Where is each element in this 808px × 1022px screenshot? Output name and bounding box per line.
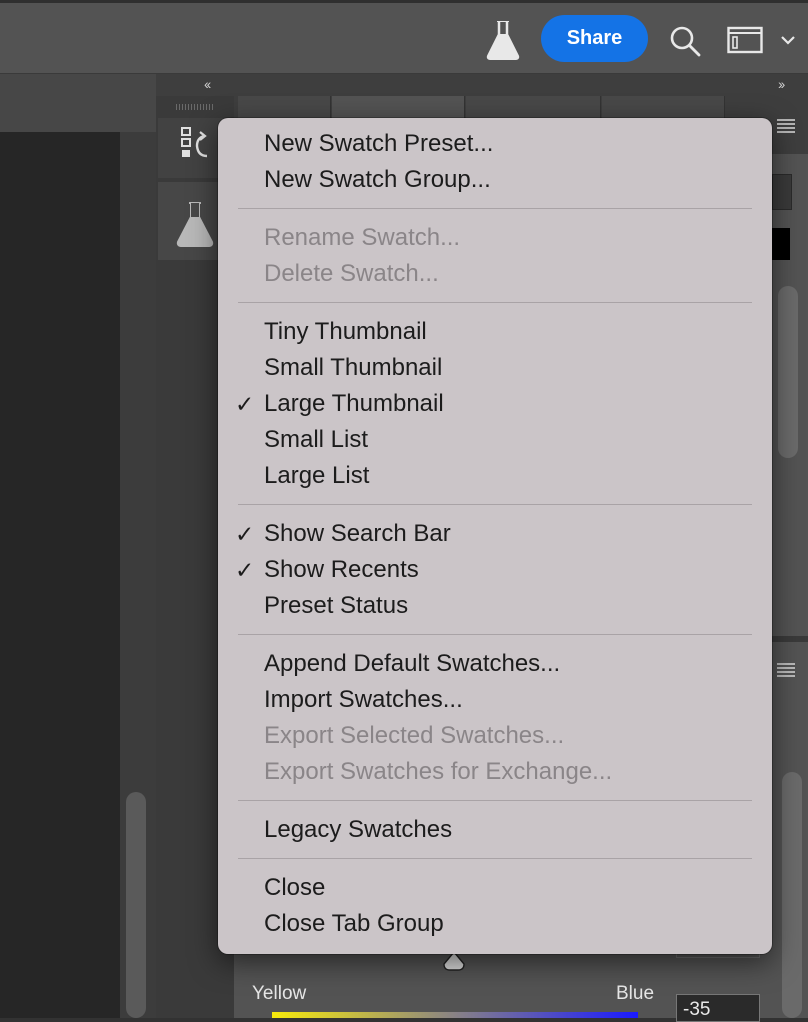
- menu-item-label: Close Tab Group: [264, 910, 444, 937]
- panel-menu-icon[interactable]: [776, 118, 796, 134]
- menu-item-export-swatches-for-exchange: Export Swatches for Exchange...: [218, 754, 772, 790]
- menu-item-new-swatch-preset[interactable]: New Swatch Preset...: [218, 126, 772, 162]
- slider-left-label: Yellow: [252, 983, 307, 1004]
- swatches-scrollbar-thumb[interactable]: [778, 286, 798, 458]
- menu-item-label: New Swatch Group...: [264, 166, 491, 193]
- background-color-swatch[interactable]: [772, 174, 792, 210]
- canvas-scrollbar-thumb[interactable]: [126, 792, 146, 1018]
- panel-menu-icon[interactable]: [776, 662, 796, 678]
- menu-separator: [238, 800, 752, 801]
- menu-item-new-swatch-group[interactable]: New Swatch Group...: [218, 162, 772, 198]
- workspace-icon[interactable]: [727, 26, 763, 54]
- flask-icon[interactable]: [485, 20, 521, 60]
- menu-item-label: Delete Swatch...: [264, 260, 439, 287]
- menu-item-label: Small List: [264, 426, 369, 453]
- flask-icon: [176, 202, 214, 247]
- checkmark-icon: ✓: [235, 557, 255, 583]
- menu-item-label: Show Recents: [264, 556, 419, 583]
- menu-item-delete-swatch: Delete Swatch...: [218, 256, 772, 292]
- canvas-area[interactable]: [0, 132, 120, 1018]
- search-icon[interactable]: [668, 24, 702, 58]
- menu-item-label: Export Swatches for Exchange...: [264, 758, 613, 785]
- menu-item-rename-swatch: Rename Swatch...: [218, 220, 772, 256]
- document-tab-strip: [0, 74, 156, 132]
- yellow-blue-slider-track[interactable]: [272, 1012, 638, 1018]
- menu-item-export-selected-swatches: Export Selected Swatches...: [218, 718, 772, 754]
- menu-item-label: Legacy Swatches: [264, 816, 453, 843]
- menu-item-large-thumbnail[interactable]: ✓ Large Thumbnail: [218, 386, 772, 422]
- menu-separator: [238, 208, 752, 209]
- history-icon: [181, 127, 208, 158]
- menu-item-label: Large Thumbnail: [264, 390, 444, 417]
- menu-item-large-list[interactable]: Large List: [218, 458, 772, 494]
- menu-item-close-tab-group[interactable]: Close Tab Group: [218, 906, 772, 942]
- swatches-panel-menu: New Swatch Preset... New Swatch Group... R…: [218, 118, 772, 954]
- share-button[interactable]: Share: [541, 15, 648, 62]
- menu-item-label: Large List: [264, 462, 370, 489]
- menu-item-show-recents[interactable]: ✓ Show Recents: [218, 552, 772, 588]
- menu-item-import-swatches[interactable]: Import Swatches...: [218, 682, 772, 718]
- menu-item-preset-status[interactable]: Preset Status: [218, 588, 772, 624]
- menu-separator: [238, 634, 752, 635]
- menu-item-label: Rename Swatch...: [264, 224, 461, 251]
- menu-item-show-search-bar[interactable]: ✓ Show Search Bar: [218, 516, 772, 552]
- menu-item-small-thumbnail[interactable]: Small Thumbnail: [218, 350, 772, 386]
- panel-collapse-bar: [156, 74, 808, 96]
- foreground-color-swatch[interactable]: [772, 228, 790, 260]
- menu-item-label: Close: [264, 874, 326, 901]
- menu-separator: [238, 858, 752, 859]
- checkmark-icon: ✓: [235, 391, 255, 417]
- panel-grip[interactable]: [176, 104, 214, 110]
- menu-item-label: Export Selected Swatches...: [264, 722, 565, 749]
- menu-item-label: Import Swatches...: [264, 686, 463, 713]
- menu-item-tiny-thumbnail[interactable]: Tiny Thumbnail: [218, 314, 772, 350]
- menu-item-append-default-swatches[interactable]: Append Default Swatches...: [218, 646, 772, 682]
- slider-right-label: Blue: [616, 983, 655, 1004]
- menu-item-label: New Swatch Preset...: [264, 130, 494, 157]
- collapse-left-button[interactable]: ‹‹: [204, 76, 211, 92]
- menu-item-label: Tiny Thumbnail: [264, 318, 427, 345]
- checkmark-icon: ✓: [235, 521, 255, 547]
- collapse-right-button[interactable]: ››: [778, 76, 785, 92]
- properties-scrollbar-thumb[interactable]: [782, 772, 802, 1018]
- menu-item-legacy-swatches[interactable]: Legacy Swatches: [218, 812, 772, 848]
- menu-item-label: Small Thumbnail: [264, 354, 443, 381]
- menu-item-label: Show Search Bar: [264, 520, 451, 547]
- menu-item-label: Preset Status: [264, 592, 409, 619]
- menu-item-small-list[interactable]: Small List: [218, 422, 772, 458]
- menu-separator: [238, 302, 752, 303]
- menu-separator: [238, 504, 752, 505]
- menu-item-close[interactable]: Close: [218, 870, 772, 906]
- chevron-down-icon[interactable]: [778, 30, 798, 50]
- menu-item-label: Append Default Swatches...: [264, 650, 561, 677]
